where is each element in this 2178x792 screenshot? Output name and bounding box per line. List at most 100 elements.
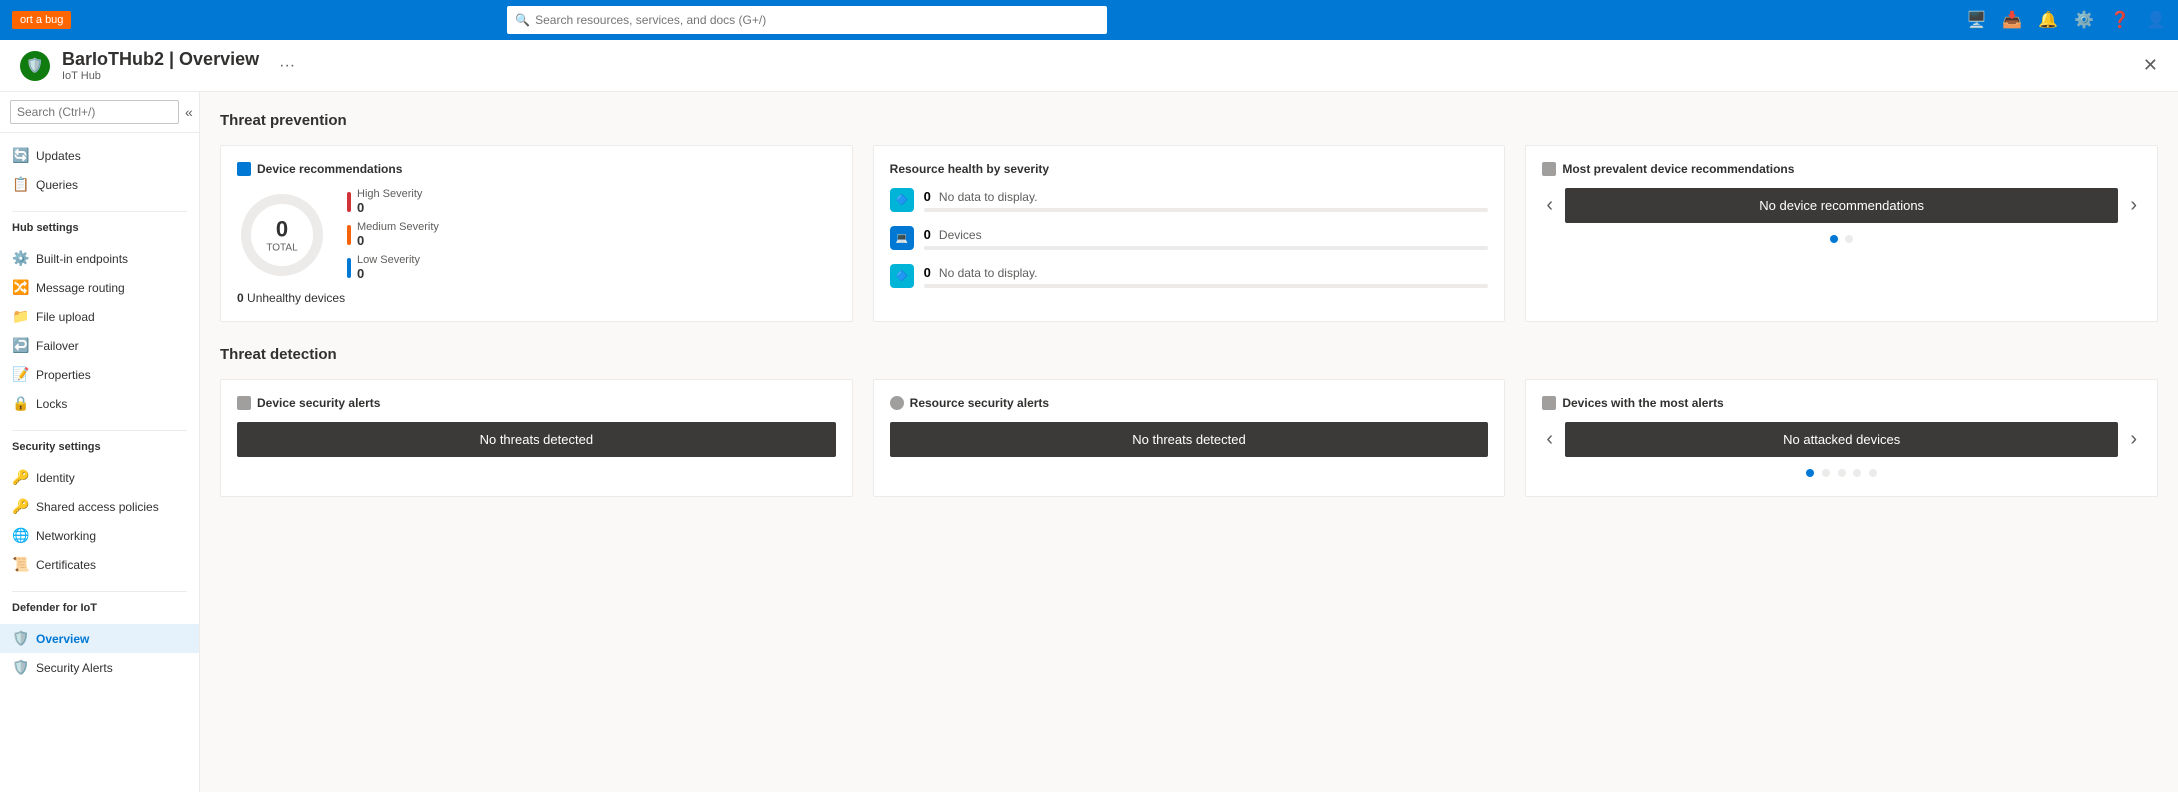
device-security-icon [237, 396, 251, 410]
most-prevalent-card: Most prevalent device recommendations ‹ … [1525, 145, 2158, 322]
severity-low: Low Severity 0 [347, 254, 439, 281]
resource-bar-2 [924, 284, 1489, 288]
sidebar-item-label: Properties [36, 368, 91, 382]
medium-count: 0 [357, 233, 439, 248]
device-recommendations-card: Device recommendations 0 TOTAL [220, 145, 853, 322]
search-input[interactable] [507, 6, 1107, 34]
divider-hub-settings [12, 211, 187, 212]
sidebar-item-file-upload[interactable]: 📁 File upload [0, 302, 199, 331]
sidebar-item-label: Locks [36, 397, 67, 411]
sidebar: « 🔄 Updates 📋 Queries Hub settings ⚙️ Bu… [0, 92, 200, 792]
sidebar-item-failover[interactable]: ↩️ Failover [0, 331, 199, 360]
device-recommendations-title: Device recommendations [237, 162, 836, 176]
no-threats-device-button[interactable]: No threats detected [237, 422, 836, 457]
monitor-icon[interactable]: 🖥️ [1966, 10, 1986, 30]
upload-icon[interactable]: 📥 [2002, 10, 2022, 30]
medium-info: Medium Severity 0 [357, 221, 439, 248]
devices-carousel-dots [1542, 465, 2141, 480]
severity-list: High Severity 0 Medium Severity 0 [347, 188, 439, 281]
sidebar-collapse-button[interactable]: « [185, 104, 193, 120]
devices-most-alerts-card: Devices with the most alerts ‹ No attack… [1525, 379, 2158, 497]
no-threats-resource-button[interactable]: No threats detected [890, 422, 1489, 457]
sidebar-item-label: Queries [36, 178, 78, 192]
resource-icon-2: 🔷 [890, 264, 914, 288]
no-attacked-devices-button[interactable]: No attacked devices [1565, 422, 2118, 457]
resource-item-0: 🔷 0 No data to display. [890, 188, 1489, 212]
sidebar-item-overview[interactable]: 🛡️ Overview [0, 624, 199, 653]
threat-detection-title: Threat detection [220, 346, 2158, 363]
overview-icon: 🛡️ [12, 630, 28, 647]
severity-medium: Medium Severity 0 [347, 221, 439, 248]
sidebar-search-area: « [0, 92, 199, 133]
close-button[interactable]: ✕ [2143, 55, 2158, 76]
sidebar-item-label: File upload [36, 310, 95, 324]
hub-settings-group-label: Hub settings [0, 216, 199, 236]
page-header: 🛡️ BarIoTHub2 | Overview IoT Hub ··· ✕ [0, 40, 2178, 92]
notification-icon[interactable]: 🔔 [2038, 10, 2058, 30]
unhealthy-text: 0 Unhealthy devices [237, 291, 836, 305]
carousel-prev-button[interactable]: ‹ [1542, 190, 1557, 221]
resource-name-0: No data to display. [939, 190, 1038, 204]
high-info: High Severity 0 [357, 188, 422, 215]
resource-bar-1 [924, 246, 1489, 250]
sidebar-item-shared-access-policies[interactable]: 🔑 Shared access policies [0, 492, 199, 521]
properties-icon: 📝 [12, 366, 28, 383]
most-prevalent-label: Most prevalent device recommendations [1562, 162, 1794, 176]
sidebar-item-queries[interactable]: 📋 Queries [0, 170, 199, 199]
device-security-alerts-title: Device security alerts [237, 396, 836, 410]
threat-detection-section: Threat detection Device security alerts … [220, 346, 2158, 497]
failover-icon: ↩️ [12, 337, 28, 354]
carousel-wrapper: ‹ No device recommendations › [1542, 188, 2141, 223]
help-icon[interactable]: ❓ [2110, 10, 2130, 30]
sidebar-item-message-routing[interactable]: 🔀 Message routing [0, 273, 199, 302]
sidebar-item-security-alerts[interactable]: 🛡️ Security Alerts [0, 653, 199, 682]
search-icon: 🔍 [515, 13, 530, 27]
account-icon[interactable]: 👤 [2146, 10, 2166, 30]
devices-dot-1 [1806, 469, 1814, 477]
resource-count-0: 0 [924, 189, 931, 204]
certificates-icon: 📜 [12, 556, 28, 573]
device-security-label: Device security alerts [257, 396, 380, 410]
medium-bar [347, 225, 351, 245]
devices-dot-2 [1822, 469, 1830, 477]
sidebar-item-certificates[interactable]: 📜 Certificates [0, 550, 199, 579]
low-label: Low Severity [357, 254, 420, 266]
queries-icon: 📋 [12, 176, 28, 193]
top-bar-icons: 🖥️ 📥 🔔 ⚙️ ❓ 👤 [1966, 10, 2166, 30]
devices-dot-4 [1853, 469, 1861, 477]
devices-most-alerts-label: Devices with the most alerts [1562, 396, 1723, 410]
sidebar-item-label: Message routing [36, 281, 125, 295]
high-bar [347, 192, 351, 212]
no-device-recommendations-button[interactable]: No device recommendations [1565, 188, 2118, 223]
medium-label: Medium Severity [357, 221, 439, 233]
high-label: High Severity [357, 188, 422, 200]
sidebar-search-input[interactable] [10, 100, 179, 124]
sidebar-item-locks[interactable]: 🔒 Locks [0, 389, 199, 418]
sidebar-item-networking[interactable]: 🌐 Networking [0, 521, 199, 550]
report-bug-button[interactable]: ort a bug [12, 11, 71, 29]
top-bar: ort a bug 🔍 🖥️ 📥 🔔 ⚙️ ❓ 👤 [0, 0, 2178, 40]
more-options-button[interactable]: ··· [279, 57, 295, 75]
shared-access-icon: 🔑 [12, 498, 28, 515]
hub-icon: 🛡️ [20, 51, 50, 81]
sidebar-item-identity[interactable]: 🔑 Identity [0, 463, 199, 492]
carousel-next-button[interactable]: › [2126, 190, 2141, 221]
sidebar-section-top: 🔄 Updates 📋 Queries [0, 133, 199, 207]
sidebar-item-built-in-endpoints[interactable]: ⚙️ Built-in endpoints [0, 244, 199, 273]
sidebar-section-hub: ⚙️ Built-in endpoints 🔀 Message routing … [0, 236, 199, 426]
unhealthy-count: 0 [237, 291, 244, 305]
resource-info-2: 0 No data to display. [924, 265, 1489, 288]
carousel-dots [1542, 231, 2141, 246]
resource-security-label: Resource security alerts [910, 396, 1049, 410]
carousel-content: No device recommendations [1565, 188, 2118, 223]
resource-info-1: 0 Devices [924, 227, 1489, 250]
devices-carousel-prev-button[interactable]: ‹ [1542, 424, 1557, 455]
sidebar-item-properties[interactable]: 📝 Properties [0, 360, 199, 389]
settings-icon[interactable]: ⚙️ [2074, 10, 2094, 30]
most-prevalent-title: Most prevalent device recommendations [1542, 162, 2141, 176]
sidebar-item-updates[interactable]: 🔄 Updates [0, 141, 199, 170]
resource-item-2: 🔷 0 No data to display. [890, 264, 1489, 288]
resource-icon-1: 💻 [890, 226, 914, 250]
devices-carousel-next-button[interactable]: › [2126, 424, 2141, 455]
identity-icon: 🔑 [12, 469, 28, 486]
